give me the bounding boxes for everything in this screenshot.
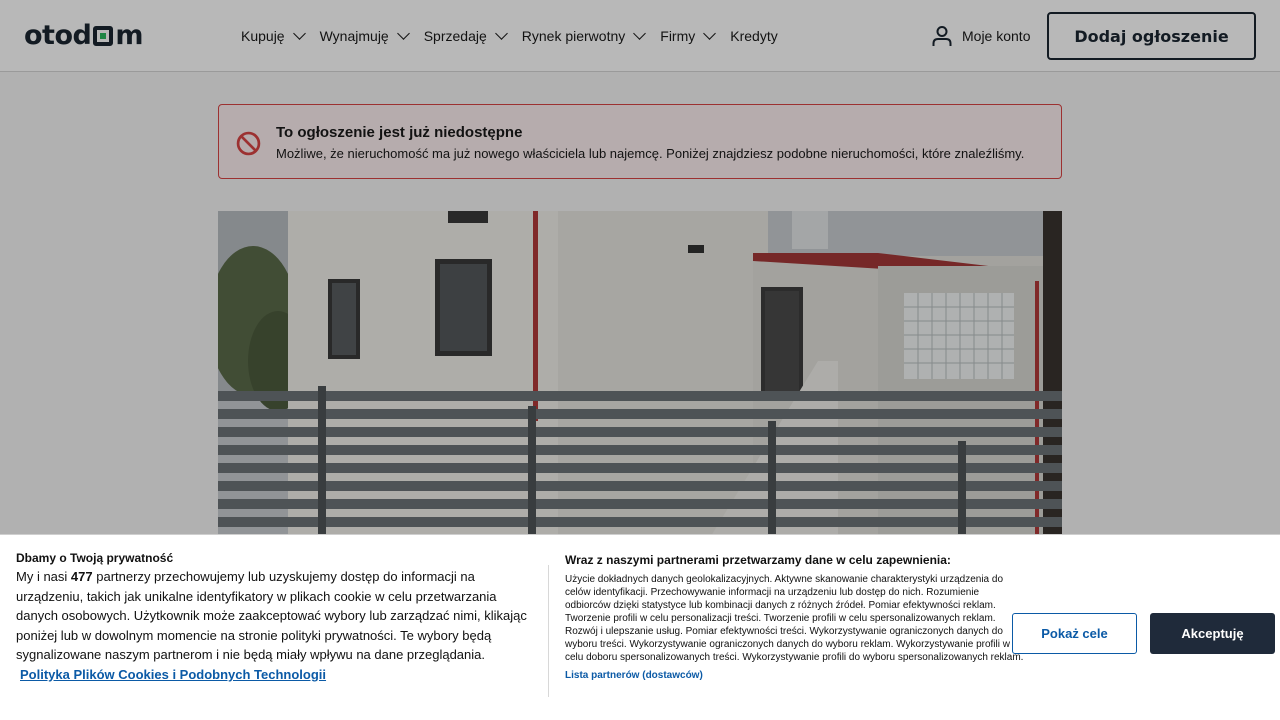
add-listing-button[interactable]: Dodaj ogłoszenie: [1047, 12, 1256, 60]
logo-mark-icon: [93, 26, 114, 46]
chevron-down-icon: [633, 26, 647, 40]
house-photo-illustration: [218, 211, 1062, 541]
listing-unavailable-alert: To ogłoszenie jest już niedostępne Możli…: [218, 104, 1062, 179]
nav-label: Wynajmuję: [319, 28, 389, 44]
nav-item-kredyty[interactable]: Kredyty: [730, 28, 777, 44]
chevron-down-icon: [396, 26, 410, 40]
alert-text: Możliwe, że nieruchomość ma już nowego w…: [276, 146, 1025, 161]
cookie-title: Dbamy o Twoją prywatność: [16, 551, 174, 565]
user-icon: [932, 26, 952, 46]
nav-label: Kupuję: [241, 28, 285, 44]
cookie-body-prefix: My i nasi: [16, 569, 68, 584]
logo-text-start: otod: [24, 19, 92, 51]
chevron-down-icon: [494, 26, 508, 40]
no-entry-icon: [236, 131, 261, 156]
nav-item-rynek-pierwotny[interactable]: Rynek pierwotny: [521, 26, 647, 44]
nav-label: Sprzedaję: [423, 28, 487, 44]
alert-title: To ogłoszenie jest już niedostępne: [276, 124, 523, 141]
nav-item-firmy[interactable]: Firmy: [660, 26, 717, 44]
show-purposes-button[interactable]: Pokaż cele: [1012, 613, 1137, 654]
partners-count: 477: [70, 569, 93, 584]
accept-cookies-button[interactable]: Akceptuję: [1150, 613, 1275, 654]
purposes-text: Użycie dokładnych danych geolokalizacyjn…: [565, 574, 1024, 663]
nav-label: Rynek pierwotny: [521, 28, 626, 44]
site-header: otod m Kupuję Wynajmuję Sprzedaję Rynek p…: [0, 0, 1280, 72]
nav-item-kupuje[interactable]: Kupuję: [241, 26, 306, 44]
nav-item-wynajmuje[interactable]: Wynajmuję: [319, 26, 410, 44]
account-label: Moje konto: [962, 28, 1031, 44]
chevron-down-icon: [703, 26, 717, 40]
main-nav: Kupuję Wynajmuję Sprzedaję Rynek pierwot…: [241, 24, 794, 48]
cookie-purposes: Wraz z naszymi partnerami przetwarzamy d…: [565, 553, 1025, 681]
nav-item-sprzedaje[interactable]: Sprzedaję: [423, 26, 508, 44]
chevron-down-icon: [292, 26, 306, 40]
cookie-body-suffix: partnerzy przechowujemy lub uzyskujemy d…: [16, 569, 527, 663]
otodom-logo[interactable]: otod m: [24, 19, 143, 51]
house-photo[interactable]: [218, 211, 1062, 541]
purposes-title: Wraz z naszymi partnerami przetwarzamy d…: [565, 553, 951, 567]
nav-label: Kredyty: [730, 28, 778, 44]
logo-text-end: m: [115, 19, 143, 51]
partners-list-link[interactable]: Lista partnerów (dostawców): [565, 670, 1025, 681]
cookie-divider: [548, 565, 549, 697]
cookie-body: My i nasi 477 partnerzy przechowujemy lu…: [16, 567, 536, 685]
my-account-link[interactable]: Moje konto: [930, 24, 1030, 48]
cookie-left-column: Dbamy o Twoją prywatność My i nasi 477 p…: [16, 551, 536, 685]
nav-label: Firmy: [660, 28, 696, 44]
cookie-consent-banner: Dbamy o Twoją prywatność My i nasi 477 p…: [0, 534, 1280, 720]
cookie-policy-link[interactable]: Polityka Plików Cookies i Podobnych Tech…: [20, 667, 326, 682]
